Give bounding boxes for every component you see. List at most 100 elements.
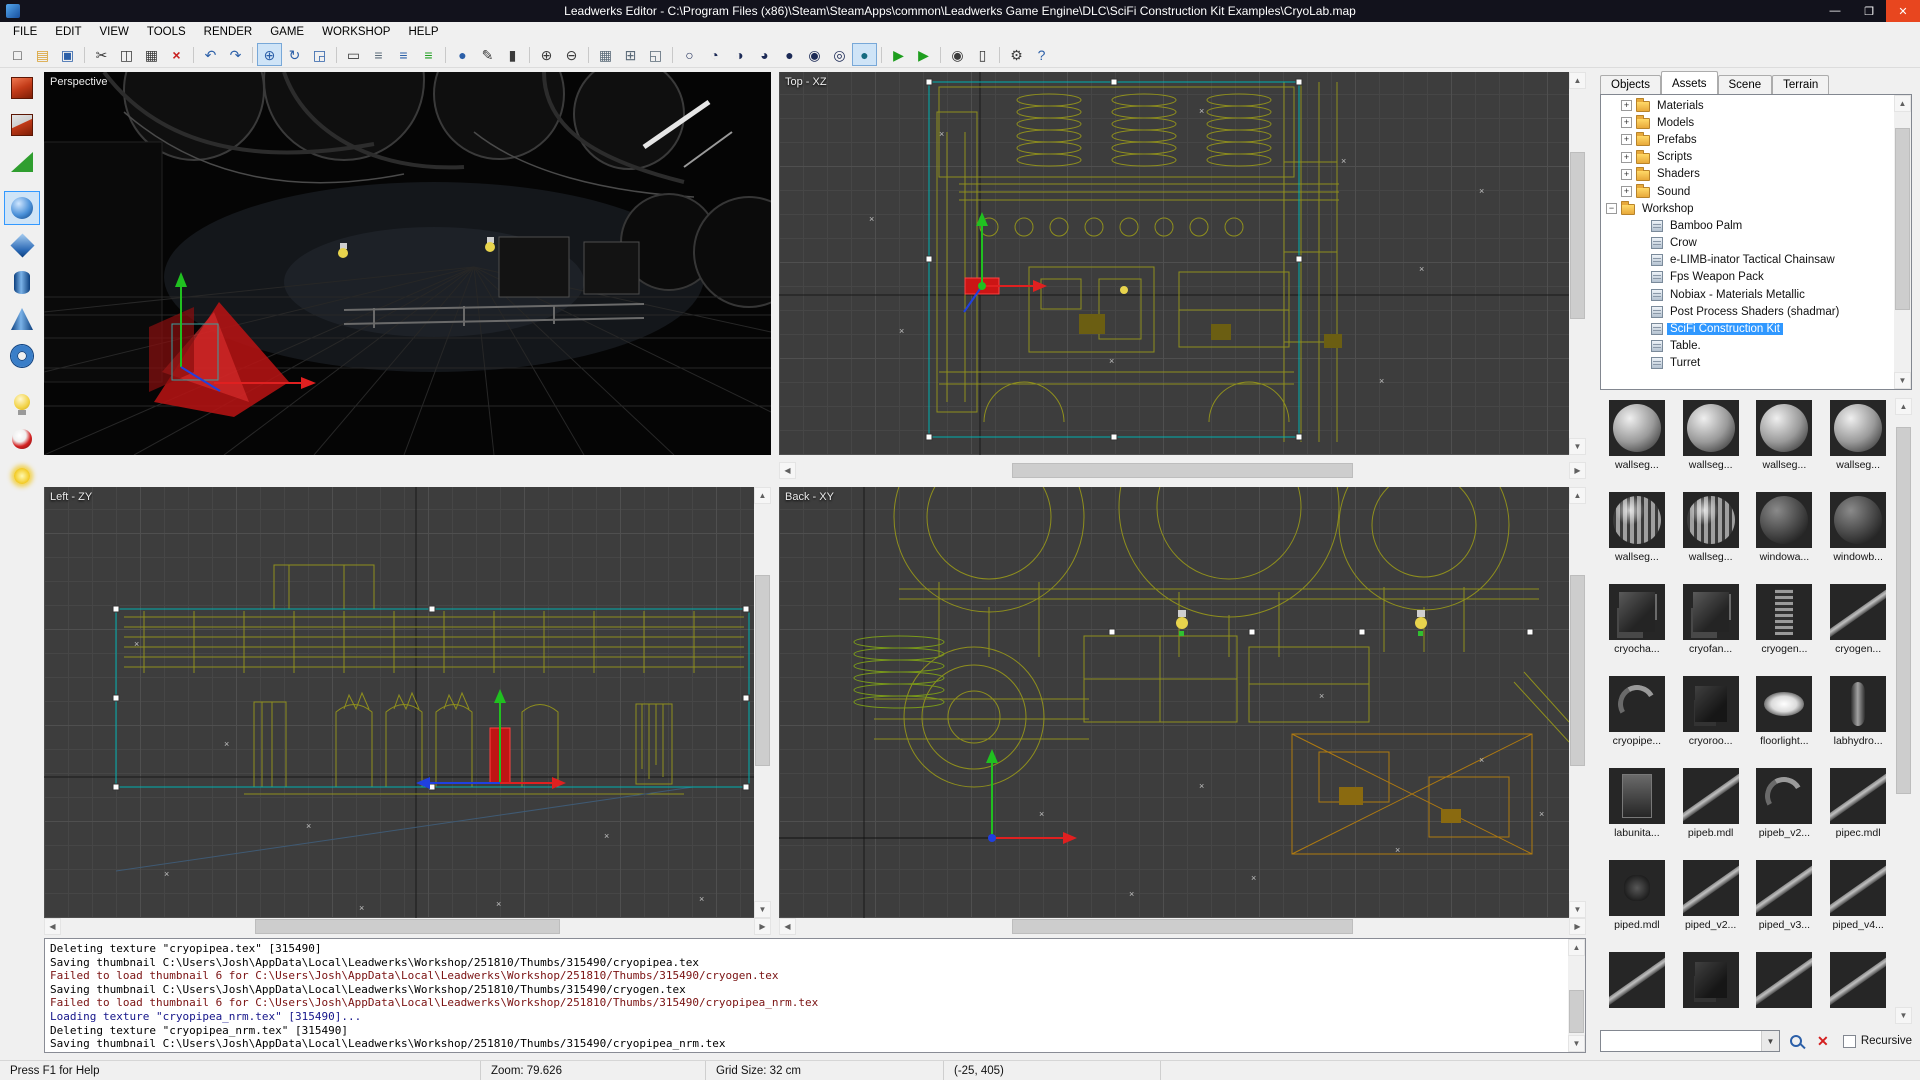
asset-grid-vscroll[interactable]: ▲ ▼ (1895, 398, 1912, 1024)
asset-item[interactable]: labhydro... (1821, 676, 1895, 768)
tube-brush-icon[interactable] (4, 339, 40, 373)
tree-item[interactable]: Crow (1601, 235, 1894, 252)
box-brush-icon[interactable] (4, 71, 40, 105)
scroll-down-arrow[interactable]: ▼ (1895, 1007, 1912, 1024)
menu-item[interactable]: EDIT (46, 24, 90, 40)
diamond-brush-icon[interactable] (4, 228, 40, 262)
tab-scene[interactable]: Scene (1717, 75, 1773, 94)
asset-item[interactable]: wallseg... (1748, 400, 1822, 492)
tree-item[interactable]: + Models (1601, 114, 1894, 131)
tab-terrain[interactable]: Terrain (1772, 75, 1830, 94)
pen-tool-button[interactable]: ✎ (475, 43, 500, 66)
solid-view-button[interactable]: ◔ (702, 43, 727, 66)
menu-item[interactable]: GAME (261, 24, 313, 40)
scroll-thumb[interactable] (1012, 463, 1353, 478)
tree-item[interactable]: SciFi Construction Kit (1601, 320, 1894, 337)
environment-light-icon[interactable] (4, 459, 40, 493)
new-file-button[interactable]: □ (5, 43, 30, 66)
asset-item[interactable]: floorlight... (1748, 676, 1822, 768)
minimize-button[interactable]: — (1818, 0, 1852, 22)
asset-item[interactable]: wallseg... (1674, 492, 1748, 584)
tree-expand-toggle[interactable] (1636, 324, 1647, 335)
asset-item[interactable]: labunita... (1600, 768, 1674, 860)
cut-button[interactable]: ✂ (89, 43, 114, 66)
select-tool-button[interactable]: ▭ (341, 43, 366, 66)
rotate-tool-button[interactable]: ↻ (282, 43, 307, 66)
tree-item[interactable]: + Scripts (1601, 149, 1894, 166)
back-viewport-hscroll[interactable]: ◀ ▶ (779, 918, 1586, 935)
recursive-checkbox[interactable] (1842, 1034, 1856, 1048)
asset-item[interactable]: cryoroo... (1674, 676, 1748, 768)
delete-button[interactable]: × (164, 43, 189, 66)
paste-button[interactable]: ▦ (139, 43, 164, 66)
viewport-perspective[interactable]: Perspective (44, 72, 771, 455)
tree-item[interactable]: Fps Weapon Pack (1601, 269, 1894, 286)
asset-item[interactable]: piped_v4... (1821, 860, 1895, 952)
lock-button[interactable]: ▮ (500, 43, 525, 66)
menu-item[interactable]: FILE (4, 24, 46, 40)
scroll-thumb[interactable] (755, 575, 770, 766)
tree-expand-toggle[interactable]: + (1621, 100, 1632, 112)
scroll-up-arrow[interactable]: ▲ (1569, 72, 1586, 89)
orbit-view-button[interactable]: ◎ (827, 43, 852, 66)
maximize-button[interactable]: ❐ (1852, 0, 1886, 22)
snap-button[interactable]: ⊞ (618, 43, 643, 66)
tree-expand-toggle[interactable]: + (1621, 186, 1632, 198)
align-left-button[interactable]: ≡ (366, 43, 391, 66)
options-button[interactable]: ⚙ (1004, 43, 1029, 66)
tree-item[interactable]: Bamboo Palm (1601, 217, 1894, 234)
wireframe-view-button[interactable]: ○ (677, 43, 702, 66)
asset-item[interactable]: piped_v2... (1674, 860, 1748, 952)
tree-item[interactable]: + Shaders (1601, 166, 1894, 183)
scroll-right-arrow[interactable]: ▶ (1569, 918, 1586, 935)
align-center-button[interactable]: ≡ (391, 43, 416, 66)
clear-search-button[interactable]: ✕ (1812, 1030, 1834, 1052)
tree-vscroll[interactable]: ▲ ▼ (1894, 95, 1911, 389)
zoom-in-button[interactable]: ⊕ (534, 43, 559, 66)
asset-item[interactable]: wallseg... (1821, 400, 1895, 492)
scroll-thumb[interactable] (1895, 127, 1910, 310)
asset-item[interactable]: wallseg... (1600, 400, 1674, 492)
scroll-left-arrow[interactable]: ◀ (779, 918, 796, 935)
tree-item[interactable]: e-LIMB-inator Tactical Chainsaw (1601, 252, 1894, 269)
tree-expand-toggle[interactable] (1636, 255, 1647, 266)
scroll-up-arrow[interactable]: ▲ (754, 487, 771, 504)
tree-expand-toggle[interactable]: + (1621, 168, 1632, 180)
wedge-brush-icon[interactable] (4, 145, 40, 179)
tab-objects[interactable]: Objects (1600, 75, 1661, 94)
redo-button[interactable]: ↷ (223, 43, 248, 66)
left-viewport-hscroll[interactable]: ◀ ▶ (44, 918, 771, 935)
asset-item[interactable]: cryogen... (1821, 584, 1895, 676)
asset-item[interactable] (1748, 952, 1822, 1024)
scroll-down-arrow[interactable]: ▼ (1568, 1035, 1585, 1052)
copy-button[interactable]: ◫ (114, 43, 139, 66)
menu-item[interactable]: WORKSHOP (313, 24, 399, 40)
publish-button[interactable]: ▯ (970, 43, 995, 66)
play-button[interactable]: ▶ (886, 43, 911, 66)
menu-item[interactable]: TOOLS (138, 24, 195, 40)
scale-tool-button[interactable]: ◲ (307, 43, 332, 66)
asset-item[interactable]: cryocha... (1600, 584, 1674, 676)
scroll-thumb[interactable] (1569, 989, 1584, 1034)
viewport-left[interactable]: Left - ZY × × × × × × × × (44, 487, 754, 918)
scroll-down-arrow[interactable]: ▼ (754, 901, 771, 918)
grid-button[interactable]: ▦ (593, 43, 618, 66)
debug-play-button[interactable]: ▶ (911, 43, 936, 66)
asset-item[interactable]: piped.mdl (1600, 860, 1674, 952)
asset-item[interactable]: windowa... (1748, 492, 1822, 584)
move-tool-button[interactable]: ⊕ (257, 43, 282, 66)
zoom-out-button[interactable]: ⊖ (559, 43, 584, 66)
paint-tool-button[interactable]: ● (450, 43, 475, 66)
asset-item[interactable]: wallseg... (1674, 400, 1748, 492)
tree-expand-toggle[interactable]: + (1621, 117, 1632, 129)
tree-expand-toggle[interactable] (1636, 358, 1647, 369)
asset-item[interactable]: piped_v3... (1748, 860, 1822, 952)
tree-expand-toggle[interactable] (1636, 272, 1647, 283)
viewport-back[interactable]: Back - XY × × × × × × × × (779, 487, 1569, 918)
top-viewport-vscroll[interactable]: ▲ ▼ (1569, 72, 1586, 455)
tree-expand-toggle[interactable]: + (1621, 151, 1632, 163)
asset-item[interactable]: pipec.mdl (1821, 768, 1895, 860)
menu-item[interactable]: VIEW (91, 24, 138, 40)
cone-brush-icon[interactable] (4, 302, 40, 336)
scroll-thumb[interactable] (1570, 151, 1585, 320)
